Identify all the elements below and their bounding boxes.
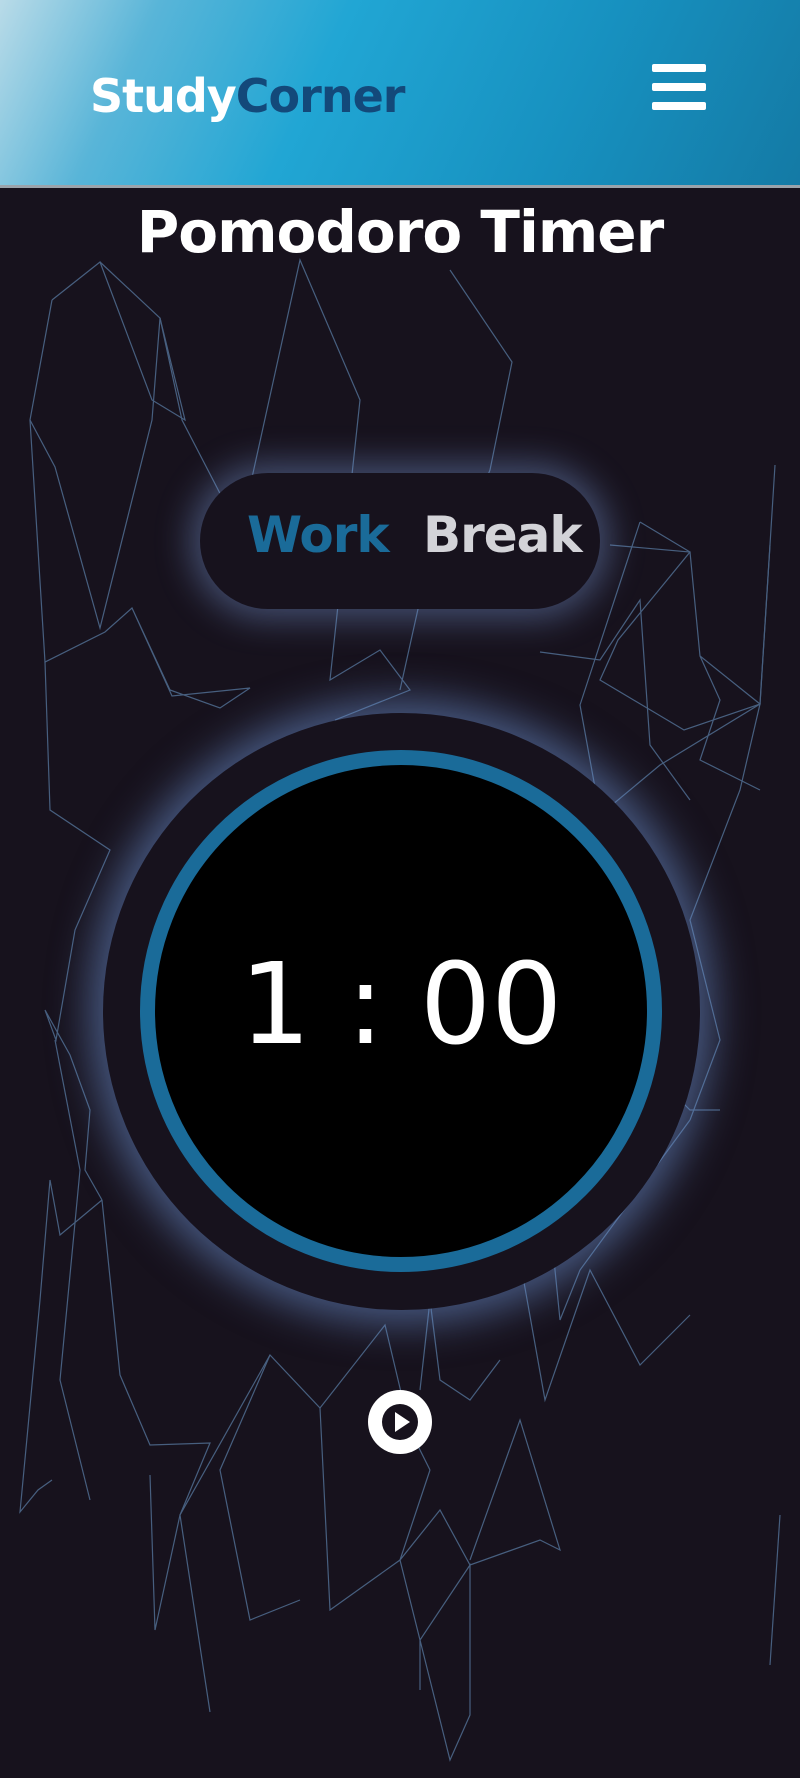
menu-bar-middle: [652, 83, 706, 91]
play-button[interactable]: [368, 1390, 432, 1454]
brand-word-corner: Corner: [235, 69, 406, 123]
timer-display: 1 : 00: [239, 940, 563, 1070]
app-header: StudyCorner: [0, 0, 800, 188]
page-title: Pomodoro Timer: [136, 198, 664, 266]
hamburger-menu-icon[interactable]: [652, 64, 706, 110]
menu-bar-top: [652, 64, 706, 72]
mode-work-tab[interactable]: Work: [247, 500, 390, 570]
play-icon: [382, 1404, 418, 1440]
brand-word-study: Study: [90, 69, 237, 123]
brand-logo[interactable]: StudyCorner: [90, 68, 406, 124]
mode-break-tab[interactable]: Break: [423, 500, 583, 570]
menu-bar-bottom: [652, 102, 706, 110]
